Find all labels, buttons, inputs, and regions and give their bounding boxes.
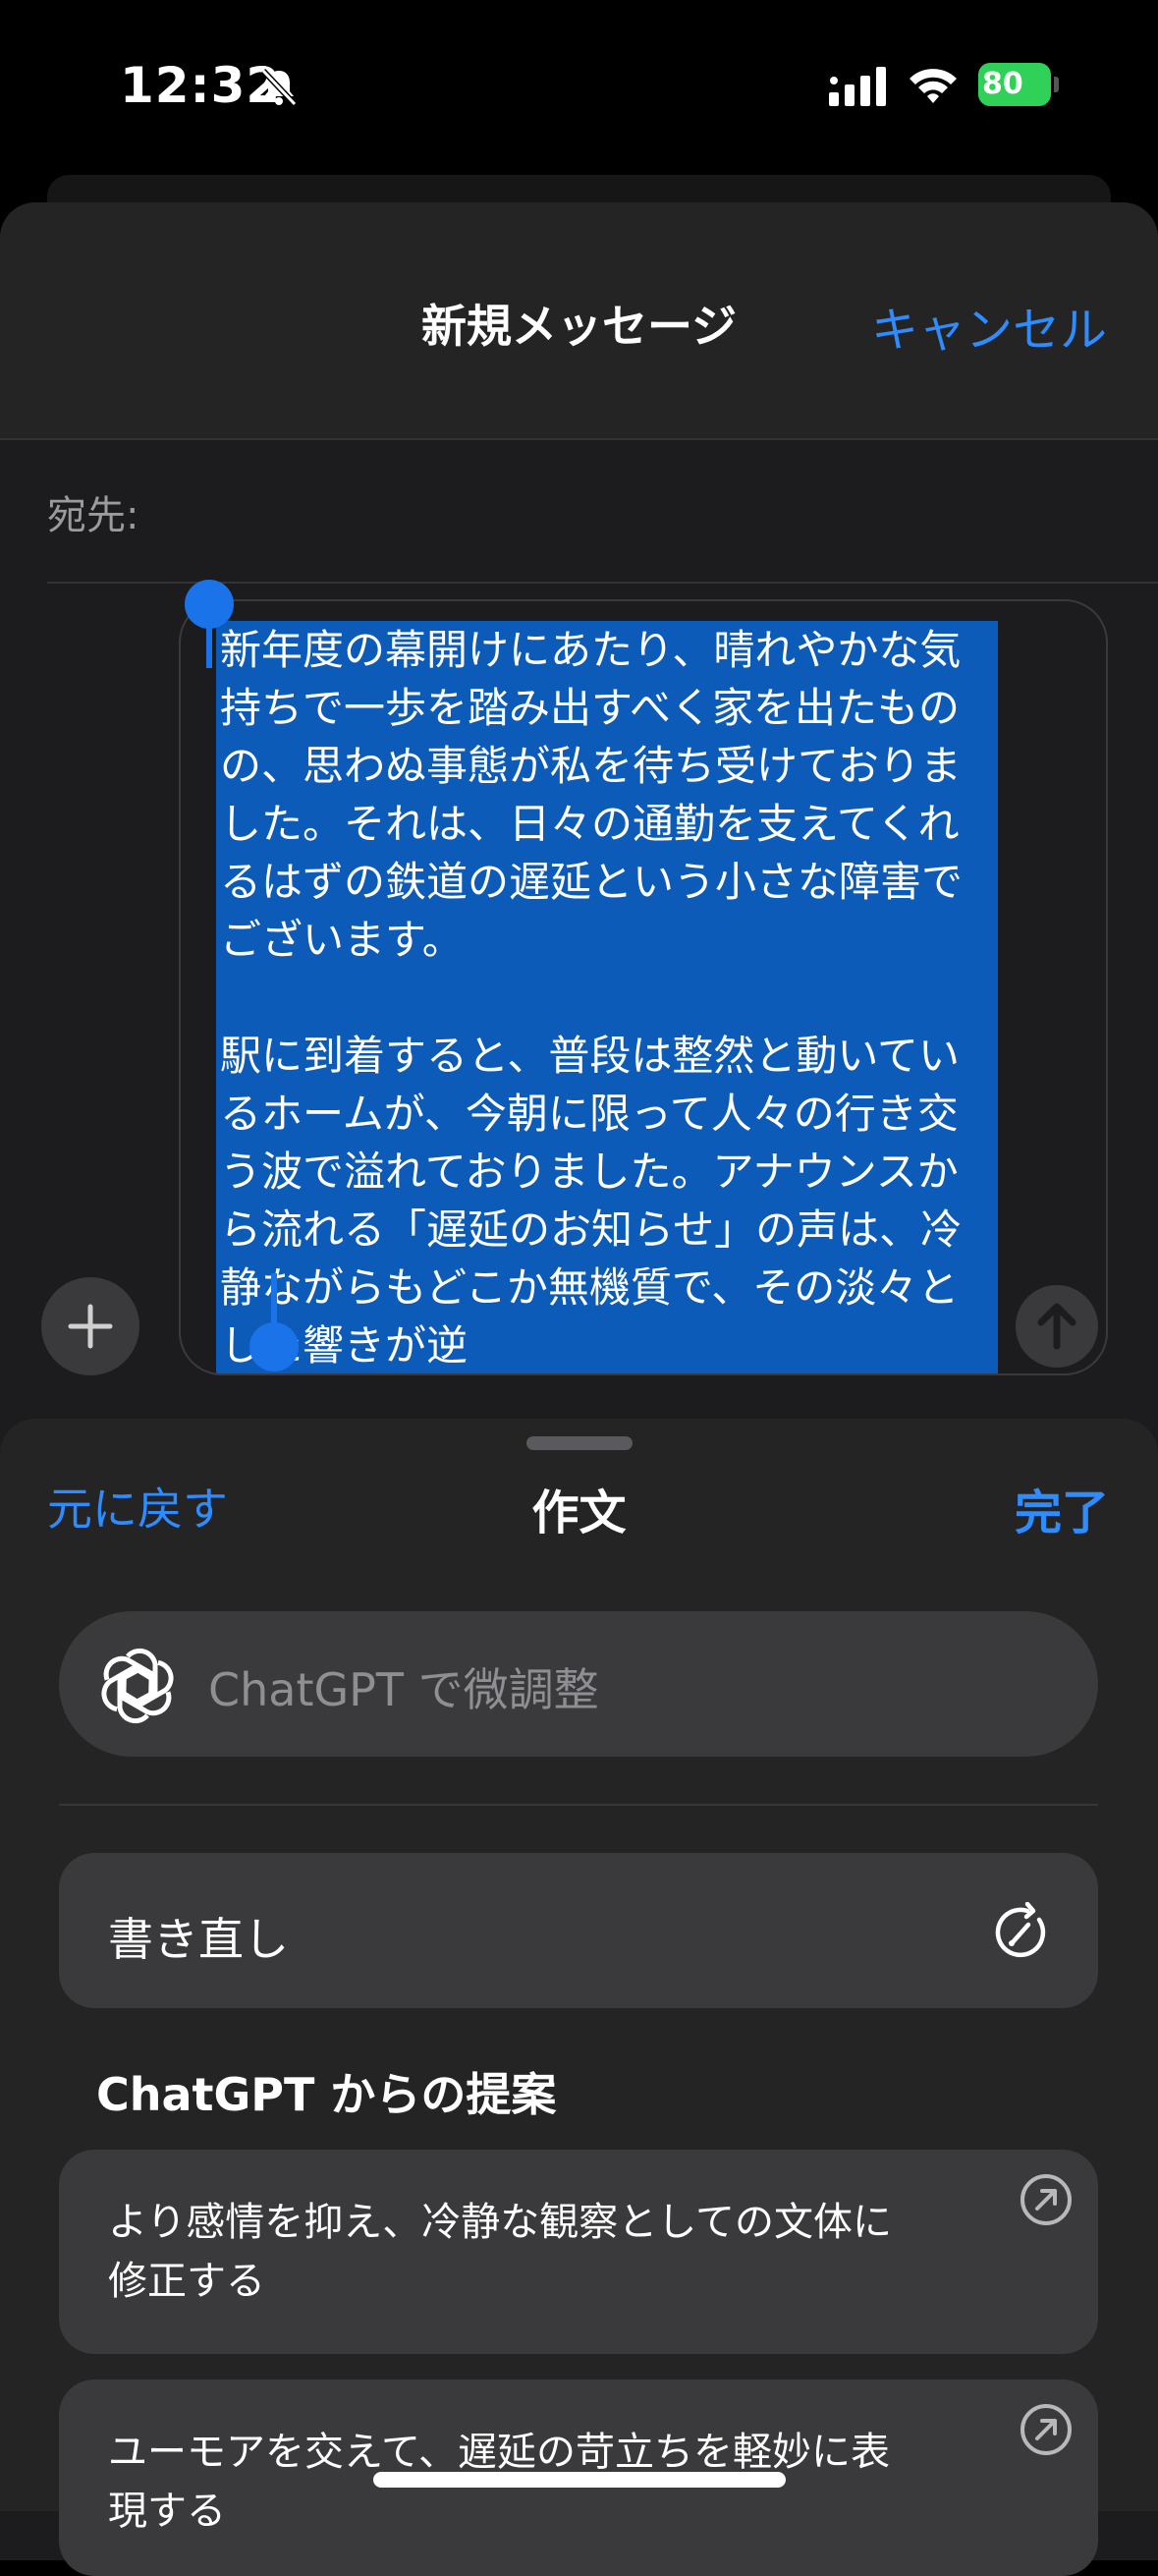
selection-start-handle[interactable] [185, 580, 234, 629]
done-button[interactable]: 完了 [1015, 1474, 1109, 1542]
suggestion-text: より感情を抑え、冷静な観察としての文体に修正する [108, 2200, 892, 2304]
add-attachment-button[interactable] [41, 1277, 139, 1375]
panel-title: 作文 [531, 1485, 627, 1540]
panel-divider [59, 1804, 1098, 1806]
arrow-up-icon [1037, 1303, 1076, 1350]
cancel-button[interactable]: キャンセル [871, 291, 1107, 360]
send-button[interactable] [1016, 1285, 1098, 1368]
battery-level: 80 [982, 67, 1023, 101]
arrow-up-right-circle-icon [1020, 2404, 1072, 2455]
selection-end-handle[interactable] [249, 1322, 299, 1372]
rewrite-refresh-icon [995, 1902, 1046, 1958]
battery-cap [1054, 77, 1059, 92]
header-divider [0, 438, 1158, 440]
cellular-signal-icon [829, 67, 886, 106]
home-indicator[interactable] [373, 2472, 786, 2488]
wifi-icon [910, 69, 957, 103]
message-body-text[interactable]: 新年度の幕開けにあたり、晴れやかな気持ちで一歩を踏み出すべく家を出たものの、思わ… [220, 621, 996, 1373]
suggestions-heading: ChatGPT からの提案 [96, 2068, 557, 2121]
chatgpt-logo-icon [101, 1648, 174, 1724]
message-compose-field[interactable]: 新年度の幕開けにあたり、晴れやかな気持ちで一歩を踏み出すべく家を出たものの、思わ… [179, 599, 1108, 1375]
panel-grabber[interactable] [526, 1436, 633, 1450]
plus-icon [68, 1304, 113, 1349]
battery-indicator: 80 [978, 63, 1059, 106]
rewrite-label: 書き直し [108, 1913, 289, 1966]
recipient-label[interactable]: 宛先: [47, 483, 138, 540]
chatgpt-refine-placeholder: ChatGPT で微調整 [208, 1663, 599, 1716]
arrow-up-right-circle-icon [1020, 2174, 1072, 2225]
bell-slash-icon [260, 68, 298, 107]
